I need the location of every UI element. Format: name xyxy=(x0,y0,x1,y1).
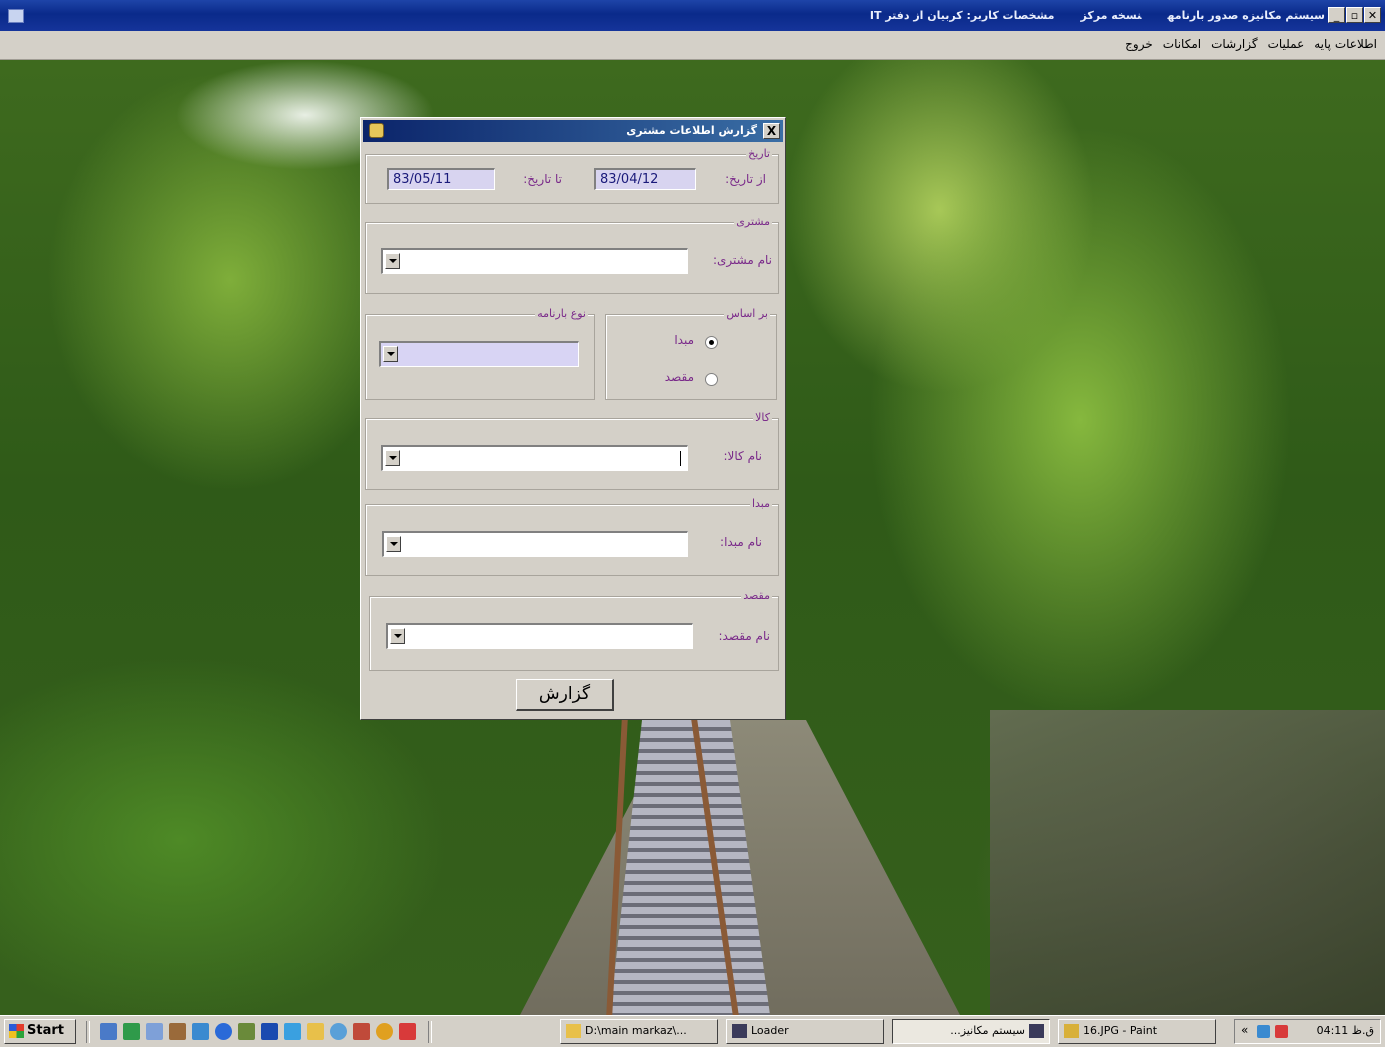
waybill-type-legend: نوع بارنامه xyxy=(535,307,588,320)
destination-group: مقصد نام مقصد: xyxy=(369,589,779,671)
task-loader[interactable]: Loader xyxy=(726,1019,884,1044)
customer-group-legend: مشتری xyxy=(734,215,772,228)
quicklaunch-player-icon[interactable] xyxy=(376,1023,393,1040)
task-paint-label: 16.JPG - Paint xyxy=(1083,1024,1158,1037)
date-group-legend: تاریخ xyxy=(746,147,772,160)
taskbar-separator xyxy=(428,1021,432,1043)
menu-bar: اطلاعات پایه عملیات گزارشات امکانات خروج xyxy=(0,31,1385,60)
task-loader-label: Loader xyxy=(751,1024,789,1037)
report-button[interactable]: گزارش xyxy=(516,679,614,711)
to-date-label: تا تاریخ: xyxy=(523,172,562,186)
main-window-title: سیستم مکانیزه صدور بارنامه نسخه مرکز مشخصا… xyxy=(844,9,1325,22)
destination-name-label: نام مقصد: xyxy=(718,629,771,643)
waybill-type-group: نوع بارنامه xyxy=(365,307,595,400)
task-folder[interactable]: D:\main markaz\... xyxy=(560,1019,718,1044)
basis-group-legend: بر اساس xyxy=(724,307,770,320)
windows-flag-icon xyxy=(9,1024,24,1038)
menu-tools[interactable]: امکانات xyxy=(1163,37,1201,51)
waybill-type-dropdown-icon[interactable] xyxy=(383,346,398,362)
dialog-close-button[interactable]: X xyxy=(763,123,780,139)
origin-name-label: نام مبدا: xyxy=(720,535,762,549)
customer-group: مشتری نام مشتری: xyxy=(365,215,779,294)
goods-group-legend: کالا xyxy=(753,411,772,424)
goods-group: کالا نام کالا: xyxy=(365,411,779,490)
from-date-label: از تاریخ: xyxy=(725,172,766,186)
tray-clock[interactable]: 04:11 ق.ظ xyxy=(1317,1024,1374,1037)
tray-language-icon[interactable] xyxy=(1275,1025,1288,1038)
origin-group: مبدا نام مبدا: xyxy=(365,497,779,576)
maximize-button[interactable]: ▫ xyxy=(1346,7,1363,23)
quicklaunch-tools-icon[interactable] xyxy=(169,1023,186,1040)
goods-dropdown-icon[interactable] xyxy=(385,450,400,466)
goods-name-combo[interactable] xyxy=(381,445,688,471)
stone-wall xyxy=(990,710,1385,1015)
system-tray: « 04:11 ق.ظ xyxy=(1234,1019,1381,1044)
quicklaunch-spreadsheet-icon[interactable] xyxy=(123,1023,140,1040)
goods-name-label: نام کالا: xyxy=(723,449,763,463)
to-date-field[interactable]: 83/05/11 xyxy=(387,168,495,190)
menu-basic-info[interactable]: اطلاعات پایه xyxy=(1314,37,1377,51)
quicklaunch-word-icon[interactable] xyxy=(261,1023,278,1040)
quicklaunch-globe-icon[interactable] xyxy=(330,1023,347,1040)
paint-icon xyxy=(1064,1024,1079,1038)
close-button[interactable]: ✕ xyxy=(1364,7,1381,23)
loader-app-icon xyxy=(732,1024,747,1038)
menu-reports[interactable]: گزارشات xyxy=(1211,37,1257,51)
quicklaunch-network-icon[interactable] xyxy=(100,1023,117,1040)
menu-exit[interactable]: خروج xyxy=(1125,37,1153,51)
basis-group: بر اساس مبدا مقصد xyxy=(605,307,777,400)
from-date-field[interactable]: 83/04/12 xyxy=(594,168,696,190)
customer-name-label: نام مشتری: xyxy=(712,253,772,267)
tray-network-icon[interactable] xyxy=(1257,1025,1270,1038)
text-cursor xyxy=(680,451,681,466)
minimize-button[interactable]: _ xyxy=(1328,7,1345,23)
tray-expand-chevron-icon[interactable]: « xyxy=(1241,1023,1248,1037)
task-waybill-label: سیستم مکانیز... xyxy=(950,1024,1025,1037)
dialog-app-icon xyxy=(369,123,384,138)
task-folder-label: D:\main markaz\... xyxy=(585,1024,687,1037)
quicklaunch-flash-icon[interactable] xyxy=(399,1023,416,1040)
origin-dropdown-icon[interactable] xyxy=(386,536,401,552)
radio-destination[interactable] xyxy=(705,373,718,386)
task-waybill-system[interactable]: سیستم مکانیز... xyxy=(892,1019,1050,1044)
customer-dropdown-icon[interactable] xyxy=(385,253,400,269)
customer-name-combo[interactable] xyxy=(381,248,688,274)
menu-operations[interactable]: عملیات xyxy=(1268,37,1305,51)
main-title-bar: سیستم مکانیزه صدور بارنامه نسخه مرکز مشخصا… xyxy=(0,0,1385,31)
app-icon[interactable] xyxy=(8,9,24,23)
waybill-type-combo[interactable] xyxy=(379,341,579,367)
quicklaunch-media-icon[interactable] xyxy=(284,1023,301,1040)
customer-report-dialog: گزارش اطلاعات مشتری X تاریخ از تاریخ: 83… xyxy=(360,117,786,720)
start-label: Start xyxy=(27,1023,64,1038)
origin-group-legend: مبدا xyxy=(749,497,772,510)
waybill-app-icon xyxy=(1029,1024,1044,1038)
destination-group-legend: مقصد xyxy=(741,589,772,602)
dialog-title: گزارش اطلاعات مشتری xyxy=(626,124,757,137)
radio-destination-label[interactable]: مقصد xyxy=(665,370,694,384)
start-button[interactable]: Start xyxy=(4,1019,76,1044)
taskbar-separator xyxy=(86,1021,90,1043)
dialog-title-bar[interactable]: گزارش اطلاعات مشتری X xyxy=(363,120,783,142)
task-paint[interactable]: 16.JPG - Paint xyxy=(1058,1019,1216,1044)
date-group: تاریخ از تاریخ: 83/04/12 تا تاریخ: 83/05… xyxy=(365,147,779,204)
title-part-edition: نسخه مرکز xyxy=(1080,9,1142,22)
folder-icon xyxy=(566,1024,581,1038)
quicklaunch-messenger-icon[interactable] xyxy=(192,1023,209,1040)
origin-name-combo[interactable] xyxy=(382,531,688,557)
quicklaunch-folder-icon[interactable] xyxy=(307,1023,324,1040)
title-part-user: مشخصات کاربر: کربیان از دفتر IT xyxy=(869,9,1055,22)
taskbar: Start D:\main markaz\... Loader سیستم مک… xyxy=(0,1015,1385,1047)
quicklaunch-browser-icon[interactable] xyxy=(215,1023,232,1040)
radio-origin[interactable] xyxy=(705,336,718,349)
quicklaunch-app-icon[interactable] xyxy=(353,1023,370,1040)
destination-dropdown-icon[interactable] xyxy=(390,628,405,644)
radio-origin-label[interactable]: مبدا xyxy=(674,333,694,347)
quicklaunch-document-icon[interactable] xyxy=(146,1023,163,1040)
title-part-app: سیستم مکانیزه صدور بارنامه xyxy=(1167,9,1325,22)
destination-name-combo[interactable] xyxy=(386,623,693,649)
quicklaunch-tree-icon[interactable] xyxy=(238,1023,255,1040)
